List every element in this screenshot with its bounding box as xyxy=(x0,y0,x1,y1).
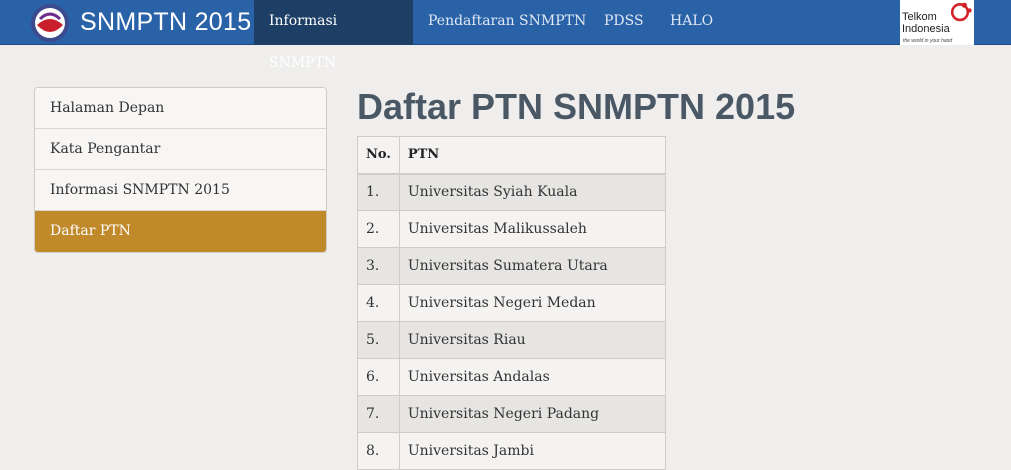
sidebar-item-kata-pengantar[interactable]: Kata Pengantar xyxy=(35,129,326,170)
row-number: 8. xyxy=(357,432,400,470)
ptn-table: No. PTN 1. Universitas Syiah Kuala 2. Un… xyxy=(357,136,667,470)
row-ptn-name: Universitas Negeri Medan xyxy=(398,284,667,322)
table-row: 5. Universitas Riau xyxy=(357,321,667,359)
telkom-name: Telkom Indonesia xyxy=(902,11,950,35)
brand-title: SNMPTN 2015 xyxy=(80,8,252,36)
telkom-hand-icon xyxy=(950,2,972,22)
nav-pdss[interactable]: PDSS xyxy=(589,0,659,45)
nav-informasi-snmptn[interactable]: Informasi SNMPTN xyxy=(254,0,413,71)
table-row: 2. Universitas Malikussaleh xyxy=(357,210,667,248)
sidebar-item-halaman-depan[interactable]: Halaman Depan xyxy=(35,88,326,129)
snmptn-logo-icon xyxy=(31,3,69,42)
brand[interactable]: SNMPTN 2015 xyxy=(30,0,251,45)
row-ptn-name: Universitas Sumatera Utara xyxy=(398,247,667,285)
column-header-ptn: PTN xyxy=(398,136,667,175)
row-number: 7. xyxy=(357,395,400,433)
table-row: 1. Universitas Syiah Kuala xyxy=(357,173,667,211)
page-title: Daftar PTN SNMPTN 2015 xyxy=(357,86,796,127)
row-number: 4. xyxy=(357,284,400,322)
row-ptn-name: Universitas Riau xyxy=(398,321,667,359)
column-header-no: No. xyxy=(357,136,400,175)
nav-halo[interactable]: HALO xyxy=(655,0,728,45)
row-ptn-name: Universitas Negeri Padang xyxy=(398,395,667,433)
sidebar-item-daftar-ptn[interactable]: Daftar PTN xyxy=(35,211,326,252)
table-row: 6. Universitas Andalas xyxy=(357,358,667,396)
row-number: 1. xyxy=(357,173,400,211)
row-number: 6. xyxy=(357,358,400,396)
table-row: 3. Universitas Sumatera Utara xyxy=(357,247,667,285)
sidebar-menu: Halaman Depan Kata Pengantar Informasi S… xyxy=(34,87,327,253)
top-navbar: SNMPTN 2015 Informasi SNMPTN Pendaftaran… xyxy=(0,0,1011,71)
row-ptn-name: Universitas Syiah Kuala xyxy=(398,173,667,211)
sidebar-item-informasi-snmptn[interactable]: Informasi SNMPTN 2015 xyxy=(35,170,326,211)
row-ptn-name: Universitas Andalas xyxy=(398,358,667,396)
table-row: 8. Universitas Jambi xyxy=(357,432,667,470)
row-number: 5. xyxy=(357,321,400,359)
table-row: 7. Universitas Negeri Padang xyxy=(357,395,667,433)
nav-pendaftaran-snmptn[interactable]: Pendaftaran SNMPTN xyxy=(413,0,601,45)
row-ptn-name: Universitas Jambi xyxy=(398,432,667,470)
telkom-tagline: the world in your hand xyxy=(903,38,953,44)
table-header-row: No. PTN xyxy=(357,136,667,175)
row-number: 2. xyxy=(357,210,400,248)
row-ptn-name: Universitas Malikussaleh xyxy=(398,210,667,248)
row-number: 3. xyxy=(357,247,400,285)
telkom-logo: Telkom Indonesia the world in your hand xyxy=(900,0,974,45)
table-row: 4. Universitas Negeri Medan xyxy=(357,284,667,322)
